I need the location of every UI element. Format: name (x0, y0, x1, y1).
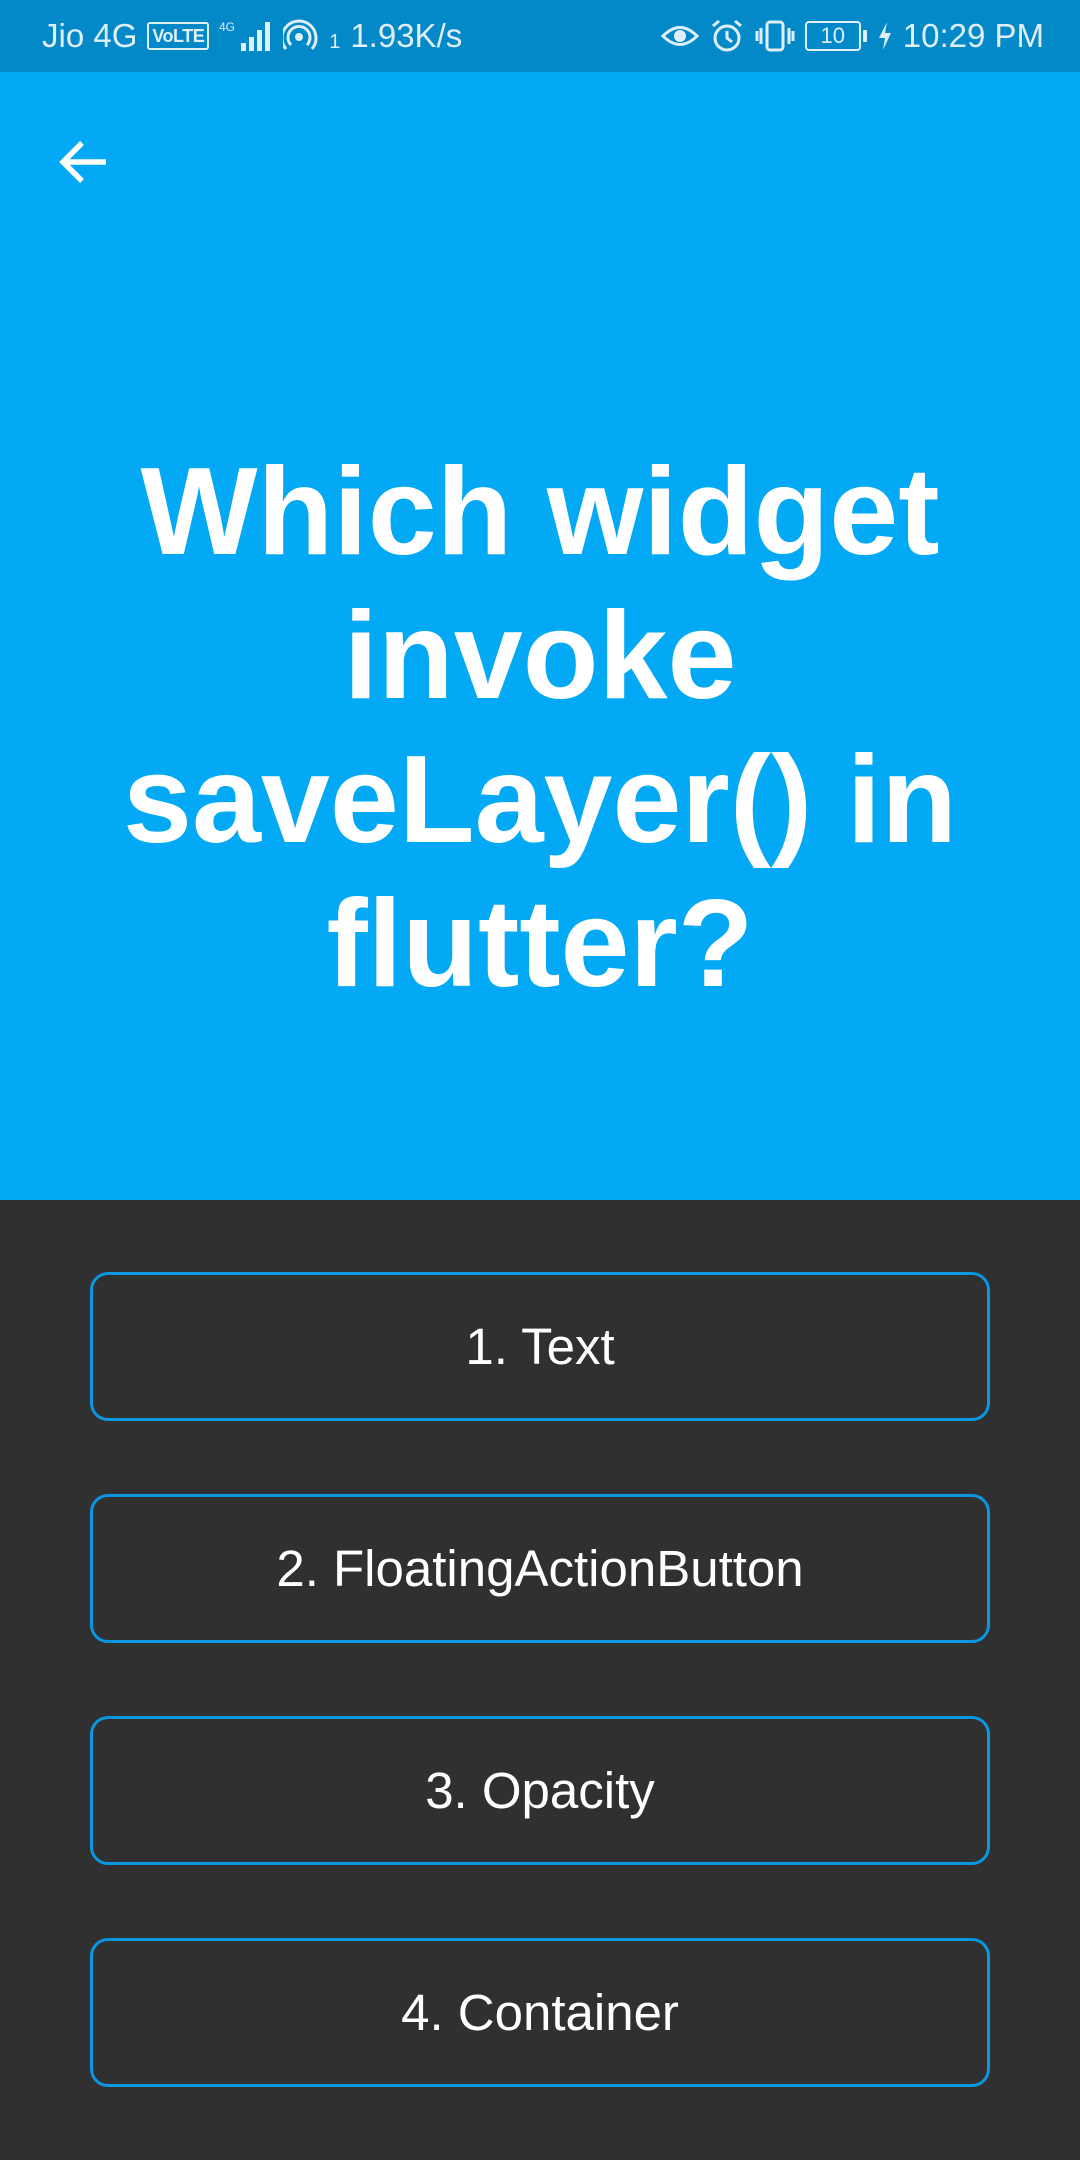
option-button-1[interactable]: 1. Text (90, 1272, 990, 1421)
option-button-2[interactable]: 2. FloatingActionButton (90, 1494, 990, 1643)
carrier-label: Jio 4G (42, 17, 138, 54)
arrow-left-icon (59, 141, 106, 183)
network-speed: 1.93K/s (350, 17, 463, 54)
back-button[interactable] (48, 126, 120, 198)
alarm-icon (709, 18, 745, 54)
question-panel: Which widget invoke saveLayer() in flutt… (0, 72, 1080, 1200)
vibrate-icon (755, 19, 795, 53)
question-text: Which widget invoke saveLayer() in flutt… (123, 443, 957, 1013)
hotspot-count: 1 (329, 31, 341, 53)
battery-cap (862, 30, 867, 42)
eye-icon (660, 21, 699, 51)
charging-icon (877, 21, 893, 51)
signal-icon: 4G (219, 19, 273, 53)
status-bar-right: 10 10:29 PM (660, 17, 1044, 55)
option-button-3[interactable]: 3. Opacity (90, 1716, 990, 1865)
battery-level: 10 (804, 21, 861, 51)
status-bar-left: Jio 4G VoLTE 4G 1 1.93K/s (42, 17, 462, 55)
battery-indicator: 10 (804, 21, 867, 51)
hotspot-icon (283, 19, 319, 53)
status-bar: Jio 4G VoLTE 4G 1 1.93K/s 10 10:29 PM (0, 0, 1080, 72)
option-button-4[interactable]: 4. Container (90, 1938, 990, 2087)
volte-badge: VoLTE (147, 22, 210, 50)
answer-options: 1. Text 2. FloatingActionButton 3. Opaci… (90, 1272, 990, 2160)
clock: 10:29 PM (902, 17, 1044, 54)
svg-text:4G: 4G (219, 20, 235, 34)
